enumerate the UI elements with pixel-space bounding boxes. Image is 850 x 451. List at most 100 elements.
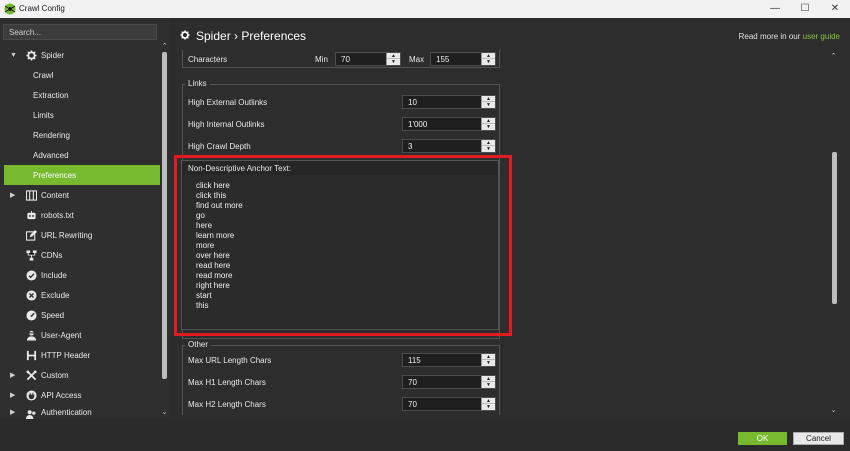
sidebar-item-label: Preferences	[33, 170, 77, 180]
spin-buttons[interactable]: ▲ ▼	[481, 96, 495, 108]
sidebar-item-rendering[interactable]: Rendering	[4, 125, 160, 145]
users-icon	[26, 410, 36, 419]
title-bar: Crawl Config — ☐ ✕	[0, 0, 850, 18]
sidebar-item-label: API Access	[41, 390, 82, 400]
x-circle-icon	[26, 290, 37, 301]
max-label: Max	[409, 55, 425, 64]
sidebar-item-label: Custom	[41, 370, 69, 380]
high-internal-outlinks-input[interactable]: 1'000 ▲ ▼	[402, 117, 496, 131]
spin-buttons[interactable]: ▲ ▼	[481, 140, 495, 152]
sidebar-item-api-access[interactable]: ▶ API Access	[4, 385, 160, 405]
collapsed-arrow-icon[interactable]: ▶	[10, 408, 15, 416]
sidebar-scroll-thumb[interactable]	[162, 52, 167, 379]
sidebar-scrollbar[interactable]: ⌃ ⌄	[160, 42, 169, 417]
sidebar-item-include[interactable]: Include	[4, 265, 160, 285]
spin-buttons[interactable]: ▲ ▼	[386, 53, 400, 65]
sidebar-item-exclude[interactable]: Exclude	[4, 285, 160, 305]
scroll-up-icon[interactable]: ⌃	[829, 52, 838, 61]
spin-value: 10	[408, 98, 417, 107]
minimize-icon[interactable]: —	[760, 0, 790, 18]
robot-icon	[27, 210, 36, 220]
high-crawl-depth-input[interactable]: 3 ▲ ▼	[402, 139, 496, 153]
max-h2-length-label: Max H2 Length Chars	[188, 400, 266, 409]
ok-button[interactable]: OK	[738, 432, 787, 445]
sidebar-item-spider[interactable]: ▼ Spider	[4, 45, 160, 65]
spin-value: 3	[408, 142, 413, 151]
content-scrollbar[interactable]: ⌃ ⌄	[829, 52, 839, 417]
spin-down-icon[interactable]: ▼	[482, 124, 495, 130]
sidebar-item-custom[interactable]: ▶ Custom	[4, 365, 160, 385]
other-title: Other	[185, 340, 212, 349]
max-url-length-label: Max URL Length Chars	[188, 356, 272, 365]
sidebar-item-label: Exclude	[41, 290, 70, 300]
max-h1-length-input[interactable]: 70 ▲ ▼	[402, 375, 496, 389]
high-external-outlinks-input[interactable]: 10 ▲ ▼	[402, 95, 496, 109]
expanded-arrow-icon[interactable]: ▼	[10, 52, 17, 59]
characters-max-input[interactable]: 155 ▲ ▼	[430, 52, 496, 66]
max-h2-length-input[interactable]: 70 ▲ ▼	[402, 397, 496, 411]
sidebar-item-cdns[interactable]: CDNs	[4, 245, 160, 265]
spin-buttons[interactable]: ▲ ▼	[481, 376, 495, 388]
high-internal-outlinks-label: High Internal Outlinks	[188, 120, 265, 129]
spin-down-icon[interactable]: ▼	[482, 404, 495, 410]
high-crawl-depth-label: High Crawl Depth	[188, 142, 251, 151]
sidebar-item-robots-txt[interactable]: robots.txt	[4, 205, 160, 225]
spin-down-icon[interactable]: ▼	[482, 102, 495, 108]
collapsed-arrow-icon[interactable]: ▶	[10, 191, 15, 199]
spin-buttons[interactable]: ▲ ▼	[481, 118, 495, 130]
scroll-down-icon[interactable]: ⌄	[829, 406, 838, 415]
sidebar-item-authentication[interactable]: ▶ Authentication	[4, 405, 160, 419]
sidebar-item-limits[interactable]: Limits	[4, 105, 160, 125]
scroll-up-icon[interactable]: ⌃	[160, 42, 169, 51]
sidebar-item-http-header[interactable]: HTTP Header	[4, 345, 160, 365]
sidebar-item-label: Limits	[33, 110, 54, 120]
tools-icon	[26, 370, 37, 381]
sidebar-item-user-agent[interactable]: User-Agent	[4, 325, 160, 345]
sidebar-item-label: robots.txt	[41, 210, 74, 220]
max-url-length-input[interactable]: 115 ▲ ▼	[402, 353, 496, 367]
characters-min-input[interactable]: 70 ▲ ▼	[335, 52, 401, 66]
close-icon[interactable]: ✕	[820, 0, 850, 18]
highlight-annotation-box	[174, 155, 512, 336]
check-circle-icon	[26, 270, 37, 281]
cancel-button[interactable]: Cancel	[793, 432, 844, 445]
header-icon	[26, 350, 37, 361]
spin-down-icon[interactable]: ▼	[482, 146, 495, 152]
spin-down-icon[interactable]: ▼	[482, 360, 495, 366]
spin-down-icon[interactable]: ▼	[387, 59, 400, 65]
sidebar-item-label: URL Rewriting	[41, 230, 93, 240]
sidebar-item-advanced[interactable]: Advanced	[4, 145, 160, 165]
app-spider-icon	[4, 3, 16, 15]
collapsed-arrow-icon[interactable]: ▶	[10, 391, 15, 399]
gear-icon	[180, 30, 190, 40]
sidebar-item-crawl[interactable]: Crawl	[4, 65, 160, 85]
spin-value: 115	[408, 356, 421, 365]
content-scroll-thumb[interactable]	[832, 152, 837, 304]
user-guide-link[interactable]: user guide	[803, 32, 840, 41]
sidebar-item-label: Advanced	[33, 150, 69, 160]
network-icon	[26, 250, 37, 261]
sidebar-item-label: User-Agent	[41, 330, 82, 340]
sidebar-item-speed[interactable]: Speed	[4, 305, 160, 325]
sidebar-item-url-rewriting[interactable]: URL Rewriting	[4, 225, 160, 245]
spin-buttons[interactable]: ▲ ▼	[481, 354, 495, 366]
sidebar-item-preferences[interactable]: Preferences	[4, 165, 160, 185]
max-h1-length-label: Max H1 Length Chars	[188, 378, 266, 387]
collapsed-arrow-icon[interactable]: ▶	[10, 371, 15, 379]
spin-buttons[interactable]: ▲ ▼	[481, 53, 495, 65]
links-title: Links	[185, 79, 210, 88]
spin-value: 1'000	[408, 120, 428, 129]
spin-down-icon[interactable]: ▼	[482, 59, 495, 65]
spin-down-icon[interactable]: ▼	[482, 382, 495, 388]
spin-value: 70	[341, 55, 350, 64]
gauge-icon	[26, 310, 37, 321]
sidebar-item-label: Extraction	[33, 90, 69, 100]
scroll-down-icon[interactable]: ⌄	[160, 408, 169, 417]
sidebar-item-content[interactable]: ▶ Content	[4, 185, 160, 205]
guide-text: Read more in our user guide	[739, 32, 840, 41]
sidebar-item-label: Content	[41, 190, 70, 200]
spin-buttons[interactable]: ▲ ▼	[481, 398, 495, 410]
search-input[interactable]	[3, 24, 157, 40]
sidebar-item-extraction[interactable]: Extraction	[4, 85, 160, 105]
maximize-icon[interactable]: ☐	[790, 0, 820, 18]
